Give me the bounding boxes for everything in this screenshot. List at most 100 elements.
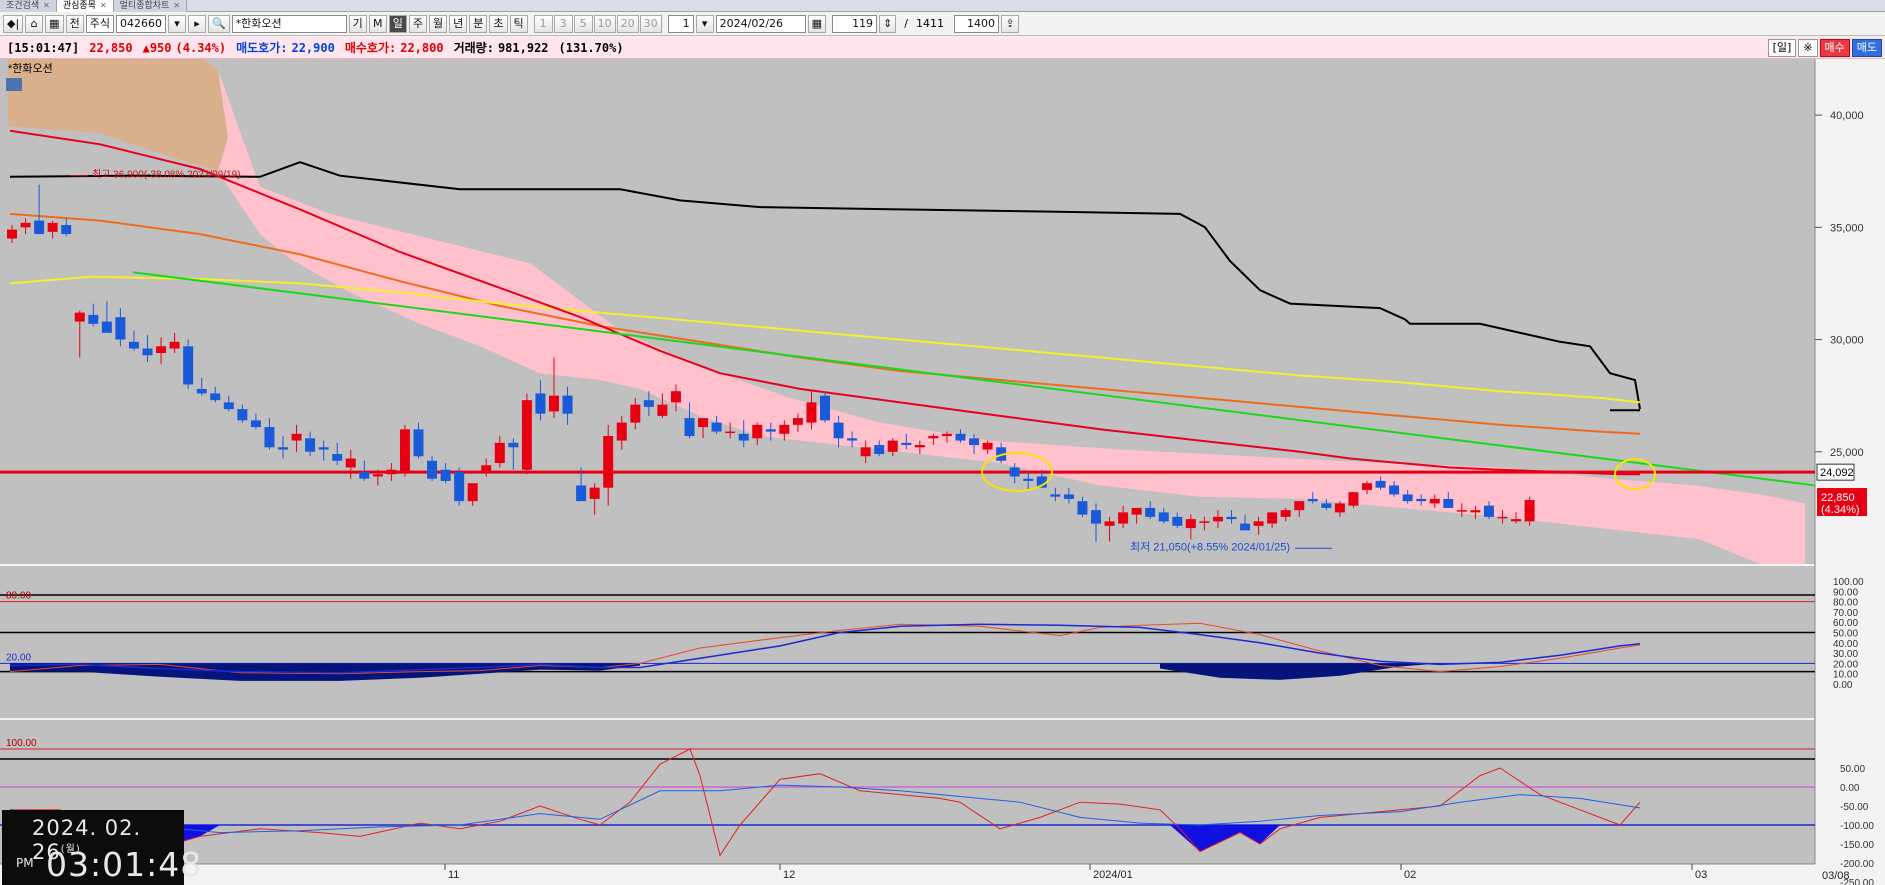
- minute-unit-button[interactable]: 1: [533, 14, 553, 33]
- close-icon[interactable]: ✕: [43, 0, 50, 12]
- stock-type-select[interactable]: 주식: [85, 14, 114, 33]
- candle-body: [61, 225, 72, 235]
- clock-ampm: PM: [16, 856, 34, 870]
- candle-body: [169, 341, 180, 349]
- chevron-down-icon[interactable]: ▾: [167, 14, 186, 33]
- candle-body: [589, 487, 600, 499]
- candle-body: [332, 454, 343, 461]
- candle-body: [1104, 521, 1115, 526]
- period-button[interactable]: 틱: [509, 14, 528, 33]
- minute-unit-button[interactable]: 10: [593, 14, 616, 33]
- clock-widget: 2024. 02. 26(월) PM 03:01:48: [2, 810, 201, 885]
- candle-body: [521, 400, 532, 470]
- daily-button[interactable]: [일]: [1767, 39, 1797, 57]
- chart-type-icon[interactable]: [6, 78, 22, 91]
- sell-button[interactable]: 매도: [1851, 39, 1882, 57]
- candle-body: [630, 404, 641, 423]
- candle-body: [1497, 516, 1508, 519]
- x-tick-label: 11: [448, 869, 459, 881]
- candle-body: [34, 220, 45, 235]
- candle-body: [359, 471, 370, 479]
- home-icon[interactable]: ⌂: [25, 14, 44, 33]
- candle-body: [508, 442, 519, 448]
- settings-icon[interactable]: ※: [1798, 39, 1818, 57]
- candle-body: [1524, 500, 1535, 522]
- stock-name-field[interactable]: *한화오션: [231, 14, 347, 33]
- candle-body: [847, 438, 858, 441]
- candle-body: [183, 346, 194, 385]
- buy-button[interactable]: 매수: [1819, 39, 1850, 57]
- x-tick-label: 12: [783, 869, 795, 881]
- candle-body: [562, 395, 573, 414]
- chart-toolbar: ◆| ⌂ ▦ 전 주식 042660 ▾ ▸ 🔍 *한화오션 기M일주월년분초틱…: [0, 12, 1885, 36]
- stock-code-input[interactable]: 042660: [115, 14, 166, 33]
- stepper-icon[interactable]: ⇕: [879, 14, 897, 33]
- stock-chart[interactable]: 최고 36,900(-38.08% 2023/09/19) 최저 21,050(+…: [0, 59, 1885, 885]
- search-icon[interactable]: 🔍: [207, 14, 230, 33]
- quote-actions: [일] ※ 매수 매도: [1767, 39, 1882, 57]
- period-button[interactable]: 일: [388, 14, 407, 33]
- close-icon[interactable]: ✕: [173, 0, 180, 12]
- tab-condition-search[interactable]: 조건검색 ✕: [0, 0, 57, 12]
- candle-body: [1470, 510, 1481, 513]
- quote-bar: [15:01:47] 22,850 ▲950 (4.34%) 매도호가: 22,…: [0, 37, 1885, 59]
- view-count-input[interactable]: 1400: [954, 14, 999, 33]
- period-button[interactable]: M: [368, 14, 387, 33]
- apply-icon[interactable]: ⇪: [1001, 14, 1019, 33]
- candle-body: [779, 424, 790, 434]
- chevron-down-icon[interactable]: ▾: [695, 14, 714, 33]
- period-buttons: 기M일주월년분초틱: [348, 14, 528, 33]
- unit-input[interactable]: 1: [667, 14, 694, 33]
- period-button[interactable]: 월: [429, 14, 448, 33]
- candle-body: [494, 442, 505, 463]
- date-input[interactable]: 2024/02/26: [715, 14, 806, 33]
- candle-body: [725, 431, 736, 434]
- minute-unit-button[interactable]: 3: [553, 14, 573, 33]
- candle-body: [1334, 503, 1345, 513]
- candle-body: [1118, 512, 1129, 524]
- candle-body: [657, 404, 668, 416]
- period-button[interactable]: 분: [469, 14, 488, 33]
- candle-body: [115, 317, 126, 340]
- candle-body: [250, 420, 261, 428]
- candle-body: [20, 222, 31, 228]
- prev-next-icon[interactable]: ◆|: [3, 14, 24, 33]
- cci-hline-label: 100.00: [6, 738, 37, 749]
- candle-body: [1402, 494, 1413, 502]
- all-button[interactable]: 전: [65, 14, 84, 33]
- candle-body: [535, 393, 546, 414]
- candle-body: [305, 438, 316, 452]
- grid-icon[interactable]: ▦: [45, 14, 64, 33]
- period-button[interactable]: 기: [348, 14, 367, 33]
- minute-unit-button[interactable]: 30: [639, 14, 662, 33]
- minute-unit-button[interactable]: 5: [573, 14, 593, 33]
- stoch-hline-label: 80.00: [6, 591, 31, 602]
- tab-watchlist[interactable]: 관심종목 ✕: [56, 0, 114, 12]
- candle-body: [1063, 494, 1074, 499]
- period-button[interactable]: 초: [489, 14, 508, 33]
- candle-body: [1050, 494, 1061, 497]
- candle-body: [1199, 521, 1210, 523]
- period-button[interactable]: 주: [408, 14, 428, 33]
- ask-price: 22,900: [291, 40, 335, 55]
- minute-unit-button[interactable]: 20: [616, 14, 639, 33]
- bid-price: 22,800: [400, 40, 444, 55]
- candle-body: [128, 341, 139, 349]
- chevron-right-icon[interactable]: ▸: [187, 14, 206, 33]
- close-icon[interactable]: ✕: [100, 0, 107, 12]
- tab-multi-chart[interactable]: 멀티종합차트 ✕: [113, 0, 188, 12]
- candle-body: [806, 402, 817, 423]
- price-change: ▲950: [142, 40, 172, 55]
- candle-body: [291, 433, 302, 441]
- candle-body: [1185, 519, 1196, 529]
- candle-body: [670, 391, 681, 403]
- calendar-icon[interactable]: ▦: [807, 14, 827, 33]
- candle-body: [318, 447, 329, 450]
- period-button[interactable]: 년: [449, 14, 468, 33]
- candle-body: [874, 445, 885, 455]
- quote-time: [15:01:47]: [7, 40, 80, 55]
- candle-body: [1172, 516, 1183, 526]
- candle-body: [901, 442, 912, 446]
- count-input[interactable]: 119: [832, 14, 878, 33]
- price-marker-label: 24,092: [1820, 467, 1854, 479]
